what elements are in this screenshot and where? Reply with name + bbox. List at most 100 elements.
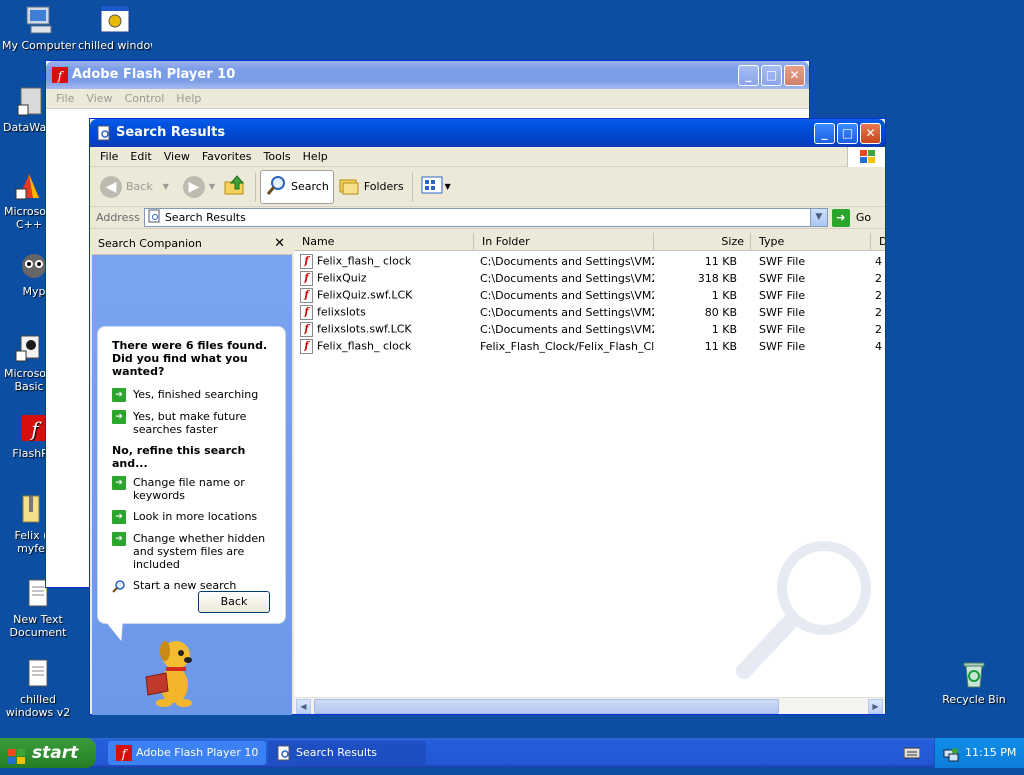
option-label: Change file name or keywords xyxy=(133,476,245,502)
folders-button[interactable]: Folders xyxy=(334,170,408,204)
up-folder-button[interactable] xyxy=(219,170,251,204)
file-name-cell: f Felix_flash_ clock xyxy=(294,254,474,269)
file-name: Felix_flash_ clock xyxy=(317,339,412,353)
results-rows: f Felix_flash_ clock C:\Documents and Sett… xyxy=(294,251,885,355)
table-row[interactable]: f felixslots.swf.LCK C:\Documents and Sett… xyxy=(294,321,885,338)
maximize-button[interactable]: □ xyxy=(837,123,858,144)
column-date[interactable]: D xyxy=(871,233,885,251)
back-button[interactable]: ◀ Back ▼ xyxy=(96,170,173,204)
table-row[interactable]: f Felix_flash_ clock Felix_Flash_Clock/Fel… xyxy=(294,338,885,355)
swf-file-icon: f xyxy=(300,339,313,354)
more-locations-option[interactable]: ➜ Look in more locations xyxy=(112,510,275,524)
menu-favorites[interactable]: Favorites xyxy=(196,150,258,163)
computer-icon xyxy=(23,4,55,36)
menu-view[interactable]: View xyxy=(158,150,196,163)
scroll-thumb[interactable] xyxy=(314,699,779,714)
address-label: Address xyxy=(96,211,140,224)
table-row[interactable]: f FelixQuiz.swf.LCK C:\Documents and Setti… xyxy=(294,287,885,304)
file-folder-cell: C:\Documents and Settings\VM2... xyxy=(480,255,654,268)
taskbar-button-search-results[interactable]: Search Results xyxy=(268,741,426,765)
close-pane-button[interactable]: ✕ xyxy=(274,236,285,251)
dropdown-arrow-icon: ▼ xyxy=(162,182,169,191)
search-results-window[interactable]: Search Results _ □ ✕ File Edit View Favo… xyxy=(89,118,886,715)
folders-label: Folders xyxy=(363,180,404,193)
dropdown-arrow-icon: ▼ xyxy=(208,182,216,191)
results-column-header: Name In Folder Size Type D xyxy=(294,233,885,251)
file-name-cell: f felixslots xyxy=(294,305,474,320)
menu-edit[interactable]: Edit xyxy=(124,150,157,163)
hidden-system-files-option[interactable]: ➜ Change whether hidden and system files… xyxy=(112,532,275,571)
search-menubar: File Edit View Favorites Tools Help xyxy=(90,147,885,167)
table-row[interactable]: f FelixQuiz C:\Documents and Settings\VM2.… xyxy=(294,270,885,287)
desktop-icon-chilled-windows-v2[interactable]: chilled windows v2 xyxy=(1,658,75,719)
change-file-name-option[interactable]: ➜ Change file name or keywords xyxy=(112,476,275,502)
desktop-icon-my-computer[interactable]: My Computer xyxy=(2,4,76,52)
column-in-folder[interactable]: In Folder xyxy=(474,233,654,251)
visual-cpp-icon xyxy=(13,170,45,202)
column-type[interactable]: Type xyxy=(751,233,871,251)
menu-view[interactable]: View xyxy=(80,92,118,105)
file-type-cell: SWF File xyxy=(759,255,806,268)
search-dog-icon[interactable] xyxy=(136,633,206,708)
menu-tools[interactable]: Tools xyxy=(258,150,297,163)
menu-file[interactable]: File xyxy=(50,92,80,105)
address-input[interactable]: Search Results ▼ xyxy=(143,208,828,227)
future-searches-faster-option[interactable]: ➜ Yes, but make future searches faster xyxy=(112,410,275,436)
address-dropdown-button[interactable]: ▼ xyxy=(809,209,827,226)
search-companion-title: Search Companion xyxy=(98,237,202,250)
green-arrow-icon: ➜ xyxy=(112,388,126,402)
table-row[interactable]: f Felix_flash_ clock C:\Documents and Sett… xyxy=(294,253,885,270)
file-name: felixslots xyxy=(317,305,366,319)
column-name[interactable]: Name xyxy=(294,233,474,251)
swf-file-icon: f xyxy=(300,322,313,337)
table-row[interactable]: f felixslots C:\Documents and Settings\VM2… xyxy=(294,304,885,321)
menu-control[interactable]: Control xyxy=(119,92,171,105)
keyboard-icon[interactable] xyxy=(903,746,921,763)
go-arrow-icon: ➜ xyxy=(831,208,850,227)
views-icon xyxy=(421,175,445,198)
green-arrow-icon: ➜ xyxy=(112,532,126,546)
horizontal-scrollbar[interactable]: ◀ ▶ xyxy=(294,697,885,714)
dropdown-arrow-icon: ▼ xyxy=(444,182,451,191)
file-size-cell: 11 KB xyxy=(704,255,737,268)
text-file-icon xyxy=(22,658,54,690)
desktop-icon-label: chilled windows v2 xyxy=(5,693,71,719)
file-name-cell: f FelixQuiz.swf.LCK xyxy=(294,288,474,303)
file-folder-cell: Felix_Flash_Clock/Felix_Flash_Cl... xyxy=(480,340,654,353)
desktop-icon-label: chilled windows xyxy=(78,39,152,52)
taskbar-button-flash-player[interactable]: f Adobe Flash Player 10 xyxy=(108,741,266,765)
menu-help[interactable]: Help xyxy=(297,150,334,163)
visual-basic-icon xyxy=(13,332,45,364)
desktop-icon-recycle-bin[interactable]: Recycle Bin xyxy=(937,658,1011,706)
minimize-button[interactable]: _ xyxy=(814,123,835,144)
views-button[interactable]: ▼ xyxy=(417,170,455,204)
close-button[interactable]: ✕ xyxy=(860,123,881,144)
minimize-button[interactable]: _ xyxy=(738,65,759,86)
maximize-button[interactable]: □ xyxy=(761,65,782,86)
search-watermark-icon xyxy=(729,533,879,683)
back-button[interactable]: Back xyxy=(198,591,270,613)
desktop-icon-chilled-windows[interactable]: chilled windows xyxy=(78,4,152,52)
menu-file[interactable]: File xyxy=(94,150,124,163)
search-button[interactable]: Search xyxy=(260,169,334,204)
finished-searching-option[interactable]: ➜ Yes, finished searching xyxy=(112,388,275,402)
flash-icon: f xyxy=(116,745,132,770)
search-companion-balloon: There were 6 files found. Did you find w… xyxy=(97,326,286,624)
column-size[interactable]: Size xyxy=(654,233,751,251)
balloon-tail xyxy=(106,623,130,641)
forward-button[interactable]: ▶ ▼ xyxy=(179,170,219,204)
start-button[interactable]: start xyxy=(0,738,96,768)
close-button[interactable]: ✕ xyxy=(784,65,805,86)
scroll-right-button[interactable]: ▶ xyxy=(868,699,883,714)
desktop-icon-label: New Text Document xyxy=(9,613,67,639)
scroll-left-button[interactable]: ◀ xyxy=(296,699,311,714)
file-name: FelixQuiz.swf.LCK xyxy=(317,288,413,302)
go-button[interactable]: ➜ Go xyxy=(831,208,871,227)
clock[interactable]: 11:15 PM xyxy=(965,738,1016,768)
network-icon[interactable] xyxy=(943,745,959,775)
window-title: Adobe Flash Player 10 xyxy=(72,67,236,82)
file-folder-cell: C:\Documents and Settings\VM2... xyxy=(480,306,654,319)
menu-help[interactable]: Help xyxy=(170,92,207,105)
search-results-titlebar[interactable]: Search Results _ □ ✕ xyxy=(90,119,885,147)
flash-player-titlebar[interactable]: f Adobe Flash Player 10 _ □ ✕ xyxy=(46,61,809,89)
